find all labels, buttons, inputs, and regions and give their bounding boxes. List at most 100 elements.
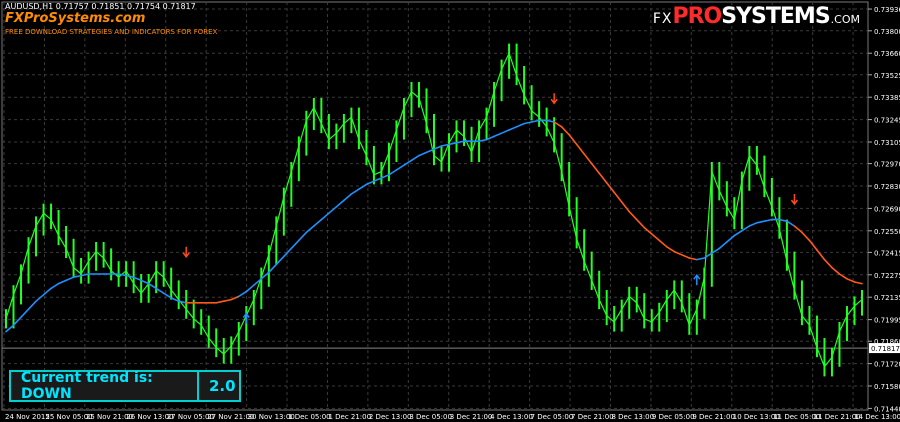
ma-segment xyxy=(80,273,90,277)
x-tick-label: 8 Dec 13:00 xyxy=(611,413,654,421)
price-segment xyxy=(756,165,765,188)
ma-segment xyxy=(155,287,165,295)
arrow-down-icon xyxy=(182,246,190,259)
ma-segment xyxy=(485,135,495,141)
price-segment xyxy=(621,296,630,310)
ma-segment xyxy=(696,257,706,261)
ma-segment xyxy=(35,293,45,303)
site-name: FXProSystems.com xyxy=(5,11,146,26)
price-segment xyxy=(733,181,743,220)
price-segment xyxy=(838,315,848,332)
price-segment xyxy=(200,324,210,339)
ma-segment xyxy=(455,140,465,144)
ma-segment xyxy=(583,153,593,165)
ma-segment xyxy=(335,199,345,208)
ma-segment xyxy=(628,210,638,221)
price-segment xyxy=(133,283,142,294)
price-segment xyxy=(283,171,292,198)
x-tick-label: 4 Dec 13:00 xyxy=(490,413,533,421)
ma-segment xyxy=(65,276,75,282)
ma-segment xyxy=(741,225,751,232)
ma-segment xyxy=(132,276,142,282)
ma-segment xyxy=(305,225,315,234)
ma-segment xyxy=(613,191,623,203)
price-segment xyxy=(238,315,247,332)
x-tick-label: 1 Dec 21:00 xyxy=(328,413,371,421)
y-tick-label: 0.72550 xyxy=(874,228,900,236)
price-segment xyxy=(778,229,788,262)
price-segment xyxy=(463,136,473,153)
ma-segment xyxy=(380,174,390,179)
ma-segment xyxy=(545,119,555,123)
ma-segment xyxy=(358,183,368,190)
price-segment xyxy=(516,75,525,96)
price-segment xyxy=(58,235,67,249)
ma-segment xyxy=(20,308,30,319)
logo-fx: FX xyxy=(652,11,673,27)
price-segment xyxy=(485,91,495,118)
ma-segment xyxy=(147,282,157,290)
ma-segment xyxy=(222,298,233,303)
x-tick-label: 9 Dec 05:00 xyxy=(652,413,695,421)
ma-segment xyxy=(395,164,405,171)
ma-segment xyxy=(5,324,15,333)
ma-segment xyxy=(388,169,398,176)
ma-segment xyxy=(50,282,60,290)
ma-segment xyxy=(343,193,353,202)
y-tick-label: 0.72690 xyxy=(874,205,900,213)
price-segment xyxy=(553,142,563,172)
y-tick-label: 0.73800 xyxy=(874,28,900,36)
arrow-up-icon xyxy=(693,273,701,286)
ma-segment xyxy=(478,138,488,142)
price-segment xyxy=(73,267,82,275)
price-segment xyxy=(103,257,112,272)
price-segment xyxy=(711,171,720,192)
x-tick-label: 7 Dec 05:00 xyxy=(531,413,574,421)
ma-segment xyxy=(298,231,308,242)
price-segment xyxy=(65,248,75,268)
price-segment xyxy=(328,132,337,141)
ma-segment xyxy=(125,274,135,279)
arrow-up-icon xyxy=(242,312,250,324)
price-segment xyxy=(823,356,833,368)
ma-segment xyxy=(831,266,841,275)
trend-value: 2.0 xyxy=(209,377,236,395)
price-segment xyxy=(155,270,165,278)
ma-segment xyxy=(801,231,811,242)
ma-segment xyxy=(808,239,818,251)
price-segment xyxy=(531,110,540,118)
price-segment xyxy=(5,294,15,319)
ma-segment xyxy=(778,218,788,222)
price-segment xyxy=(793,289,803,316)
ma-segment xyxy=(793,225,803,234)
symbol-info: AUDUSD,H1 0.71757 0.71851 0.71754 0.7181… xyxy=(5,2,196,11)
y-tick-label: 0.71720 xyxy=(874,361,900,369)
y-tick-label: 0.72830 xyxy=(874,183,900,191)
ma-segment xyxy=(57,279,67,285)
price-segment xyxy=(688,308,698,326)
ma-segment xyxy=(245,284,255,293)
price-segment xyxy=(598,299,608,316)
ma-segment xyxy=(665,246,676,253)
x-tick-label: 14 Dec 13:00 xyxy=(854,413,900,421)
ma-segment xyxy=(726,234,736,243)
price-segment xyxy=(335,123,345,134)
price-segment xyxy=(636,302,645,320)
price-segment xyxy=(88,251,97,262)
ma-segment xyxy=(658,239,668,248)
price-segment xyxy=(456,129,465,137)
y-tick-label: 0.73385 xyxy=(874,94,900,102)
price-segment xyxy=(763,187,773,208)
trend-panel: Current trend is: DOWN 2.0 xyxy=(9,370,241,402)
ma-segment xyxy=(328,206,338,214)
price-segment xyxy=(568,206,578,239)
plot-frame xyxy=(1,1,869,411)
ma-segment xyxy=(410,154,420,162)
ma-segment xyxy=(448,142,458,146)
price-segment xyxy=(801,315,810,326)
price-segment xyxy=(305,107,315,121)
arrow-down-icon xyxy=(790,194,799,206)
ma-segment xyxy=(853,281,863,285)
price-segment xyxy=(673,289,683,304)
x-tick-label: 1 Dec 05:00 xyxy=(288,413,331,421)
